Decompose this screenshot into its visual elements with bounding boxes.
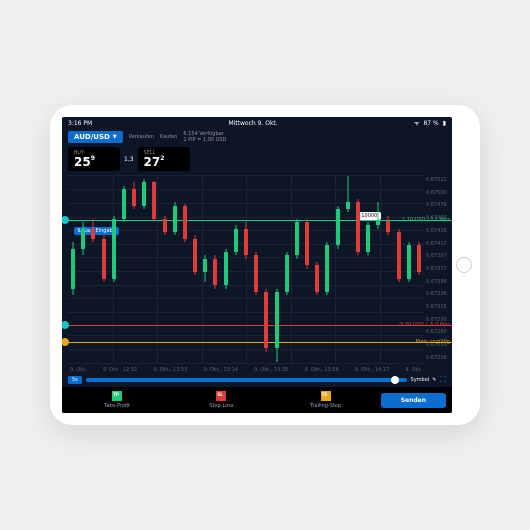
candle	[275, 175, 279, 363]
expand-icon[interactable]: ⛶	[440, 375, 446, 385]
battery-icon: ▮	[443, 120, 446, 127]
pencil-icon: ✎	[432, 377, 436, 383]
ask-price-box[interactable]: SELL 272	[138, 147, 190, 171]
candle	[254, 175, 258, 363]
candle	[264, 175, 268, 363]
status-bar: 3:16 PM Mittwoch 9. Okt. ᯤ 87 % ▮	[62, 117, 452, 129]
pair-selector[interactable]: AUD/USD ▼	[68, 131, 123, 143]
candle	[397, 175, 401, 363]
action-tp[interactable]: TPTake-Profit	[68, 391, 166, 409]
candle	[152, 175, 156, 363]
tablet-frame: 3:16 PM Mittwoch 9. Okt. ᯤ 87 % ▮ AUD/US…	[50, 105, 480, 425]
candle	[407, 175, 411, 363]
bottom-bar: TPTake-Profit SLStop-Loss TSTrailing-Stop S…	[62, 387, 452, 413]
candle	[325, 175, 329, 363]
candle	[193, 175, 197, 363]
candle	[234, 175, 238, 363]
y-axis: 0.675210.675000.674790.674580.674380.674…	[426, 175, 452, 363]
pip-value: 1 PIP = 1,00 USD	[183, 137, 226, 143]
candle	[376, 175, 380, 363]
symbol-button[interactable]: Symbol ✎	[411, 377, 437, 383]
chart-area[interactable]: 0.675210.675000.674790.674580.674380.674…	[68, 175, 424, 363]
pair-symbol: AUD/USD	[74, 133, 110, 141]
candle	[285, 175, 289, 363]
candle	[102, 175, 106, 363]
wifi-icon: ᯤ	[414, 119, 419, 127]
battery-pct: 87 %	[423, 120, 438, 127]
candle	[386, 175, 390, 363]
line-handle[interactable]	[62, 321, 69, 329]
action-ts[interactable]: TSTrailing-Stop	[276, 391, 374, 409]
tab-sell[interactable]: Verkaufen	[129, 134, 154, 140]
bid-price-box[interactable]: BUY 259	[68, 147, 120, 171]
candle	[203, 175, 207, 363]
app-screen: 3:16 PM Mittwoch 9. Okt. ᯤ 87 % ▮ AUD/US…	[62, 117, 452, 413]
action-sl[interactable]: SLStop-Loss	[172, 391, 270, 409]
candle	[295, 175, 299, 363]
candle	[122, 175, 126, 363]
candle	[417, 175, 421, 363]
candle	[315, 175, 319, 363]
timeframe-button[interactable]: 5s	[68, 376, 82, 384]
candle	[173, 175, 177, 363]
x-axis: 9. Okt.9. Okt., 12:329. Okt., 12:539. Ok…	[62, 365, 452, 373]
candle	[213, 175, 217, 363]
send-button[interactable]: Senden	[381, 393, 446, 408]
home-button[interactable]	[456, 257, 472, 273]
line-handle[interactable]	[62, 338, 69, 346]
spread-value: 1,3	[124, 156, 134, 163]
price-line-label: -5,00 USD / -5,0 Pips	[397, 321, 453, 329]
candle	[81, 175, 85, 363]
time-scrubber[interactable]	[86, 378, 407, 382]
candle	[336, 175, 340, 363]
line-handle[interactable]	[62, 216, 69, 224]
tab-buy[interactable]: Kaufen	[160, 134, 177, 140]
candle	[112, 175, 116, 363]
candle	[244, 175, 248, 363]
candle	[183, 175, 187, 363]
status-date: Mittwoch 9. Okt.	[228, 120, 277, 127]
candle	[356, 175, 360, 363]
candle	[142, 175, 146, 363]
candle	[366, 175, 370, 363]
candle	[91, 175, 95, 363]
candle	[163, 175, 167, 363]
candle	[132, 175, 136, 363]
candle	[305, 175, 309, 363]
chevron-down-icon: ▼	[113, 134, 117, 140]
status-time: 3:16 PM	[68, 120, 92, 127]
candle	[71, 175, 75, 363]
candle	[346, 175, 350, 363]
candle	[224, 175, 228, 363]
